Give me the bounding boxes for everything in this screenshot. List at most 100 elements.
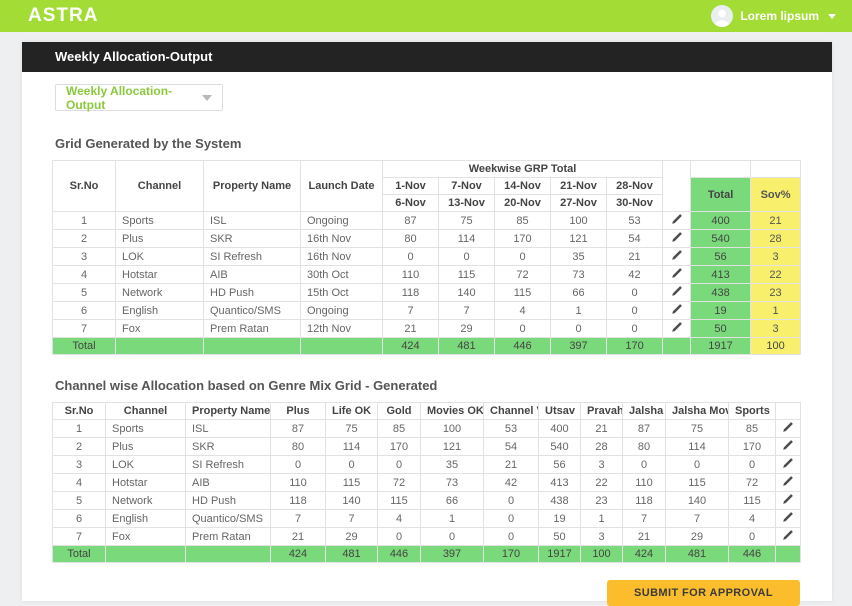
edit-pencil-icon[interactable]	[782, 439, 794, 451]
edit-cell	[776, 546, 801, 563]
week-start-label: 21-Nov	[551, 178, 607, 195]
edit-pencil-icon[interactable]	[671, 303, 683, 315]
cell-srno: 3	[53, 456, 106, 474]
cell-week-grp: 0	[551, 320, 607, 338]
grid-table-row: 4HotstarAIB30th Oct11011572734241322	[53, 266, 801, 284]
cell-week-grp: 87	[383, 212, 439, 230]
cell-genre-grp: 0	[484, 528, 539, 546]
cell-genre-grp: 29	[326, 528, 378, 546]
col-header-edit	[776, 403, 801, 420]
edit-cell	[663, 320, 691, 338]
cell-channel: Plus	[106, 438, 186, 456]
col-header-pravah: Pravah	[581, 403, 623, 420]
cell-genre-grp: 0	[326, 456, 378, 474]
cell-property-name: SKR	[186, 438, 271, 456]
cell-genre-grp: 50	[539, 528, 581, 546]
cell-genre-grp: 118	[623, 492, 666, 510]
cell-total: 56	[691, 248, 751, 266]
col-header-channel: Channel	[106, 403, 186, 420]
edit-pencil-icon[interactable]	[671, 249, 683, 261]
total-genre-grp: 481	[666, 546, 729, 563]
col-header-movies-ok: Movies OK	[421, 403, 484, 420]
genre-table-row: 4HotstarAIB1101157273424132211011572	[53, 474, 801, 492]
total-week-grp: 446	[495, 338, 551, 355]
edit-cell	[776, 510, 801, 528]
edit-cell	[776, 474, 801, 492]
cell-genre-grp: 110	[271, 474, 326, 492]
cell-week-grp: 121	[551, 230, 607, 248]
cell-property-name: ISL	[204, 212, 301, 230]
grid-table-title: Grid Generated by the System	[55, 136, 832, 151]
genre-table-total-row: Total4244814463971701917100424481446	[53, 546, 801, 563]
cell-srno: 2	[53, 438, 106, 456]
total-genre-grp: 424	[271, 546, 326, 563]
cell-property-name: SKR	[204, 230, 301, 248]
cell-srno: 7	[53, 320, 116, 338]
edit-pencil-icon[interactable]	[671, 285, 683, 297]
week-end-label: 6-Nov	[383, 195, 439, 212]
cell-genre-grp: 53	[484, 420, 539, 438]
cell-genre-grp: 0	[729, 528, 776, 546]
grand-total: 1917	[691, 338, 751, 355]
edit-pencil-icon[interactable]	[782, 511, 794, 523]
cell-genre-grp: 114	[666, 438, 729, 456]
cell-property-name: HD Push	[204, 284, 301, 302]
cell-genre-grp: 85	[729, 420, 776, 438]
cell-genre-grp: 19	[539, 510, 581, 528]
edit-cell	[776, 528, 801, 546]
cell-srno: 5	[53, 284, 116, 302]
cell-total: 413	[691, 266, 751, 284]
cell-launch-date: Ongoing	[301, 302, 383, 320]
submit-for-approval-button[interactable]: SUBMIT FOR APPROVAL	[607, 580, 800, 606]
total-genre-grp: 446	[729, 546, 776, 563]
cell-genre-grp: 7	[271, 510, 326, 528]
cell-channel: Plus	[116, 230, 204, 248]
cell-channel	[116, 338, 204, 355]
cell-week-grp: 21	[383, 320, 439, 338]
cell-genre-grp: 115	[326, 474, 378, 492]
edit-cell	[776, 420, 801, 438]
cell-week-grp: 170	[495, 230, 551, 248]
edit-cell	[663, 302, 691, 320]
page-title: Weekly Allocation-Output	[22, 42, 832, 72]
cell-launch-date	[301, 338, 383, 355]
edit-pencil-icon[interactable]	[782, 475, 794, 487]
week-start-label: 14-Nov	[495, 178, 551, 195]
cell-genre-grp: 7	[326, 510, 378, 528]
cell-channel: Hotstar	[116, 266, 204, 284]
total-genre-grp: 1917	[539, 546, 581, 563]
grid-table-row: 5NetworkHD Push15th Oct11814011566043823	[53, 284, 801, 302]
grid-header-row-group: Sr.No Channel Property Name Launch Date …	[53, 161, 801, 178]
edit-pencil-icon[interactable]	[782, 457, 794, 469]
report-type-dropdown[interactable]: Weekly Allocation-Output	[55, 84, 223, 111]
cell-genre-grp: 28	[581, 438, 623, 456]
app-logo: ASTRA	[28, 5, 98, 27]
edit-pencil-icon[interactable]	[782, 529, 794, 541]
cell-genre-grp: 115	[378, 492, 421, 510]
avatar-icon	[711, 5, 733, 27]
edit-pencil-icon[interactable]	[782, 421, 794, 433]
cell-week-grp: 85	[495, 212, 551, 230]
cell-week-grp: 0	[495, 320, 551, 338]
cell-genre-grp: 438	[539, 492, 581, 510]
user-name: Lorem lipsum	[740, 9, 819, 23]
cell-total: 540	[691, 230, 751, 248]
edit-pencil-icon[interactable]	[782, 493, 794, 505]
cell-genre-grp: 73	[421, 474, 484, 492]
edit-pencil-icon[interactable]	[671, 231, 683, 243]
grid-table-row: 1SportsISLOngoing8775851005340021	[53, 212, 801, 230]
col-header-srno: Sr.No	[53, 403, 106, 420]
edit-pencil-icon[interactable]	[671, 321, 683, 333]
user-menu[interactable]: Lorem lipsum	[711, 5, 836, 27]
edit-pencil-icon[interactable]	[671, 213, 683, 225]
cell-sov: 3	[751, 320, 801, 338]
cell-launch-date: 16th Nov	[301, 248, 383, 266]
cell-channel: Network	[106, 492, 186, 510]
cell-genre-grp: 87	[623, 420, 666, 438]
edit-pencil-icon[interactable]	[671, 267, 683, 279]
cell-week-grp: 0	[607, 320, 663, 338]
total-week-grp: 170	[607, 338, 663, 355]
cell-genre-grp: 80	[271, 438, 326, 456]
cell-week-grp: 75	[439, 212, 495, 230]
cell-genre-grp: 115	[729, 492, 776, 510]
